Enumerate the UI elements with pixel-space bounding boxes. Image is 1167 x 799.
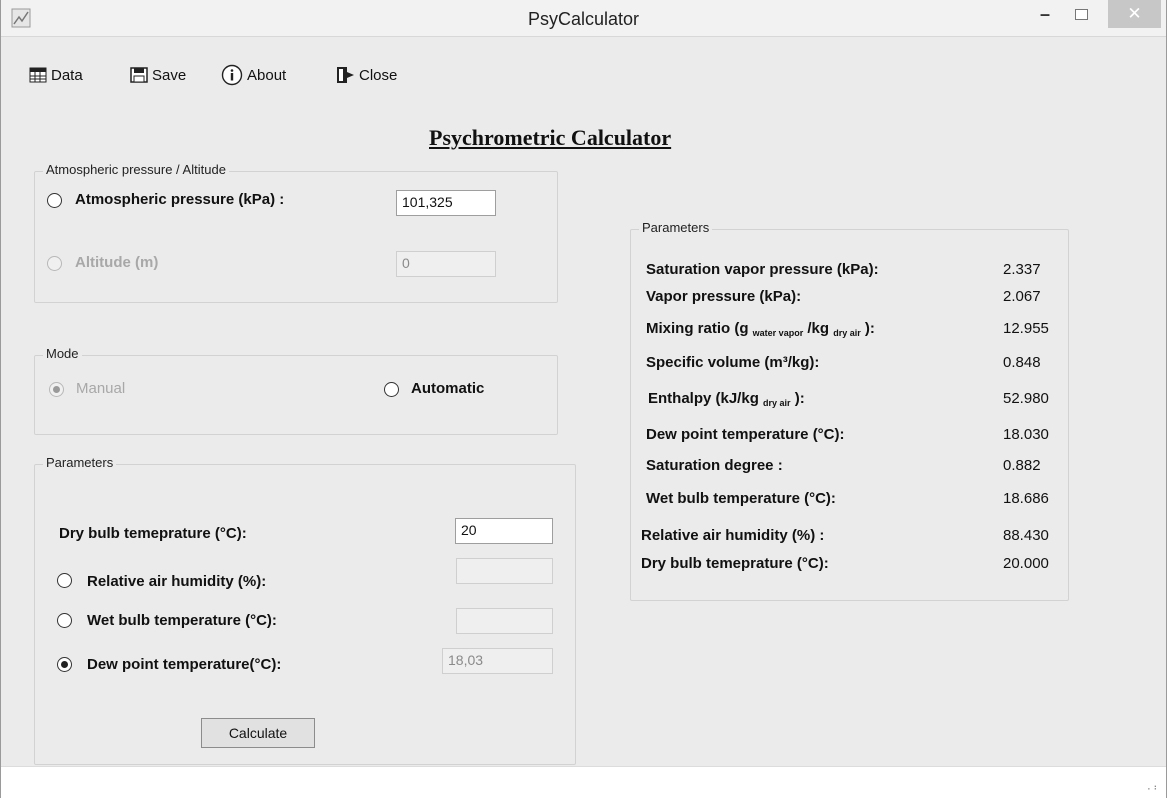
result-vp-value: 2.067: [1003, 288, 1041, 305]
status-bar: ⠄⠆: [1, 766, 1166, 799]
menu-data[interactable]: Data: [29, 62, 83, 88]
group-legend: Atmospheric pressure / Altitude: [43, 162, 229, 177]
page-title: Psychrometric Calculator: [429, 125, 672, 150]
result-dry-bulb-value: 20.000: [1003, 555, 1049, 572]
rh-input[interactable]: [456, 558, 553, 584]
wet-bulb-label: Wet bulb temperature (°C):: [87, 612, 277, 629]
result-enthalpy-value: 52.980: [1003, 390, 1049, 407]
mix-text-a: Mixing ratio (g: [646, 320, 749, 337]
enth-sub-dry: dry air: [763, 398, 791, 408]
menu-close-label: Close: [359, 66, 398, 84]
info-icon: [221, 64, 243, 86]
menu-close[interactable]: Close: [335, 62, 397, 88]
rh-label: Relative air humidity (%):: [87, 573, 267, 590]
altitude-label: Altitude (m): [75, 254, 159, 271]
wet-bulb-radio[interactable]: [57, 613, 72, 628]
dry-bulb-input[interactable]: 20: [455, 518, 553, 544]
menu-bar: Data Save About Close: [1, 62, 601, 88]
calculate-button[interactable]: Calculate: [201, 718, 315, 748]
table-icon: [29, 67, 47, 83]
menu-save[interactable]: Save: [130, 62, 186, 88]
mix-text-c: ):: [864, 320, 875, 337]
altitude-radio[interactable]: [47, 256, 62, 271]
results-parameters-group: Parameters: [630, 220, 1069, 601]
pressure-radio[interactable]: [47, 193, 62, 208]
radio-dot: [53, 386, 60, 393]
enth-text-a: Enthalpy (kJ/kg: [648, 390, 759, 407]
result-enthalpy-label: Enthalpy (kJ/kg dry air ):: [648, 390, 805, 408]
result-sat-vp-label: Saturation vapor pressure (kPa):: [646, 261, 879, 278]
result-sat-vp-value: 2.337: [1003, 261, 1041, 278]
menu-about[interactable]: About: [221, 62, 286, 88]
result-specific-volume-value: 0.848: [1003, 354, 1041, 371]
menu-save-label: Save: [152, 66, 187, 84]
group-legend: Parameters: [43, 455, 117, 470]
dew-point-label: Dew point temperature(°C):: [87, 656, 282, 673]
mix-text-b: /kg: [807, 320, 830, 337]
wet-bulb-input[interactable]: [456, 608, 553, 634]
result-wet-bulb-value: 18.686: [1003, 490, 1049, 507]
exit-door-icon: [337, 67, 354, 83]
result-rh-value: 88.430: [1003, 527, 1049, 544]
group-legend: Mode: [43, 346, 82, 361]
mix-sub-water: water vapor: [752, 328, 804, 338]
dew-point-input[interactable]: 18,03: [442, 648, 553, 674]
menu-about-label: About: [247, 66, 287, 84]
pressure-label: Atmospheric pressure (kPa) :: [75, 191, 285, 208]
automatic-label: Automatic: [411, 380, 485, 397]
dry-bulb-label: Dry bulb temeprature (°C):: [59, 525, 247, 542]
result-mixing-ratio-label: Mixing ratio (g water vapor /kg dry air …: [646, 320, 875, 338]
group-legend: Parameters: [639, 220, 713, 235]
manual-radio[interactable]: [49, 382, 64, 397]
dew-point-radio[interactable]: [57, 657, 72, 672]
result-saturation-degree-label: Saturation degree :: [646, 457, 783, 474]
maximize-icon: [1074, 8, 1088, 20]
pressure-input[interactable]: 101,325: [396, 190, 496, 216]
result-saturation-degree-value: 0.882: [1003, 457, 1041, 474]
result-specific-volume-label: Specific volume (m³/kg):: [646, 354, 820, 371]
enth-text-b: ):: [794, 390, 805, 407]
result-wet-bulb-label: Wet bulb temperature (°C):: [646, 490, 836, 507]
result-rh-label: Relative air humidity (%) :: [641, 527, 825, 544]
result-vp-label: Vapor pressure (kPa):: [646, 288, 802, 305]
save-icon: [130, 67, 148, 83]
result-dew-point-value: 18.030: [1003, 426, 1049, 443]
app-window: PsyCalculator – ✕ Data Save About Close …: [0, 0, 1167, 799]
menu-data-label: Data: [51, 66, 83, 84]
manual-label: Manual: [76, 380, 126, 397]
close-window-button[interactable]: ✕: [1108, 0, 1161, 28]
maximize-button[interactable]: [1065, 0, 1097, 28]
result-mixing-ratio-value: 12.955: [1003, 320, 1049, 337]
mix-sub-dry: dry air: [833, 328, 861, 338]
rh-radio[interactable]: [57, 573, 72, 588]
resize-grip-icon[interactable]: ⠄⠆: [1147, 782, 1160, 793]
minimize-button[interactable]: –: [1028, 0, 1062, 28]
altitude-input[interactable]: 0: [396, 251, 496, 277]
title-bar: PsyCalculator – ✕: [1, 0, 1166, 37]
automatic-radio[interactable]: [384, 382, 399, 397]
result-dew-point-label: Dew point temperature (°C):: [646, 426, 845, 443]
window-title: PsyCalculator: [527, 9, 640, 29]
radio-dot: [61, 661, 68, 668]
result-dry-bulb-label: Dry bulb temeprature (°C):: [641, 555, 829, 572]
